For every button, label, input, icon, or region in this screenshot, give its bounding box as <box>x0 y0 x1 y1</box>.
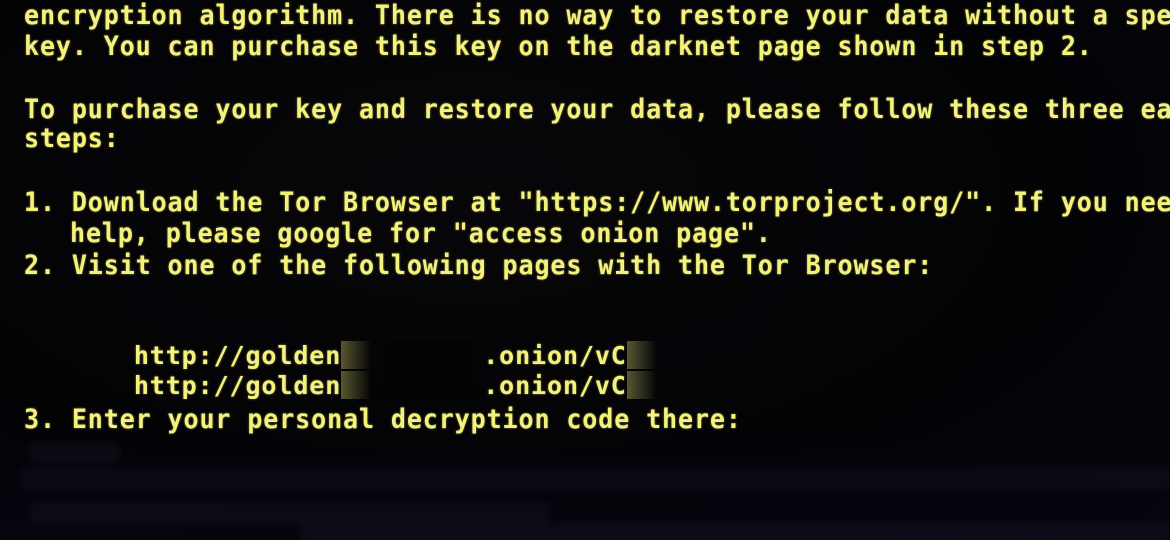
onion-url-2-suffix: .onion/vC <box>483 371 627 400</box>
onion-url-2: http://golden .onion/vC <box>70 341 657 400</box>
redacted-segment <box>371 371 484 399</box>
onion-url-2-prefix: http://golden <box>133 371 342 400</box>
text-line-4: steps: <box>24 123 120 154</box>
step-2-line: 2. Visit one of the following pages with… <box>24 250 934 281</box>
text-line-1: encryption algorithm. There is no way to… <box>24 0 1170 31</box>
obscured-text <box>30 502 550 524</box>
ransom-note-screen: encryption algorithm. There is no way to… <box>0 0 1170 540</box>
step-1-line-1: 1. Download the Tor Browser at "https://… <box>24 187 1170 218</box>
obscured-decryption-code-region <box>0 440 1170 540</box>
step-1-line-2: help, please google for "access onion pa… <box>70 218 772 249</box>
obscured-text <box>300 522 1170 540</box>
ghost-text <box>590 268 686 297</box>
step-3-line: 3. Enter your personal decryption code t… <box>24 404 742 435</box>
redaction-fade <box>626 371 657 399</box>
redaction-fade <box>341 371 372 399</box>
onion-url-1: http://golden .onion/vC <box>70 311 657 370</box>
obscured-text <box>20 468 1170 490</box>
text-line-2: key. You can purchase this key on the da… <box>24 31 1093 62</box>
text-line-3: To purchase your key and restore your da… <box>24 94 1170 125</box>
obscured-text <box>30 442 120 464</box>
